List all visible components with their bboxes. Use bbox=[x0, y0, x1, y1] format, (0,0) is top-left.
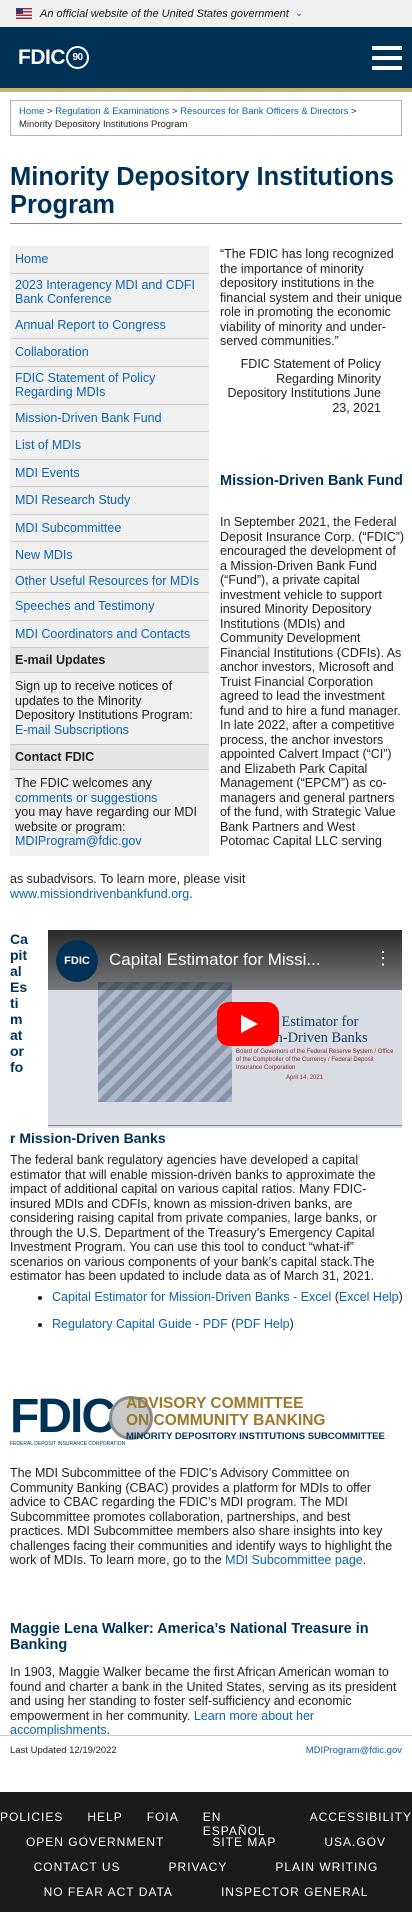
site-footer: Policies Help FOIA En Español Accessibil… bbox=[0, 1792, 412, 1912]
comments-link[interactable]: comments or suggestions bbox=[15, 791, 157, 805]
gov-banner[interactable]: An official website of the United States… bbox=[0, 0, 412, 27]
sidebar-item-collaboration[interactable]: Collaboration bbox=[10, 339, 209, 367]
contact-email-link[interactable]: MDIProgram@fdic.gov bbox=[15, 834, 142, 848]
mdi-subcommittee-link[interactable]: MDI Subcommittee page bbox=[225, 1553, 363, 1567]
footer-link-contact-us[interactable]: Contact Us bbox=[34, 1860, 121, 1874]
breadcrumb-resources[interactable]: Resources for Bank Officers & Directors bbox=[180, 106, 348, 117]
footer-link-open-government[interactable]: Open Government bbox=[26, 1835, 164, 1849]
more-options-icon[interactable]: ⋮ bbox=[374, 948, 392, 969]
cbac-logo: FDIC FEDERAL DEPOSIT INSURANCE CORPORATI… bbox=[10, 1392, 390, 1448]
cbac-body: The MDI Subcommittee of the FDIC’s Advis… bbox=[10, 1466, 393, 1567]
page-title: Minority Depository Institutions Program bbox=[10, 163, 394, 219]
video-card-subtitle: Board of Governors of the Federal Reserv… bbox=[236, 1049, 394, 1071]
cbac-title: ADVISORY COMMITTEE ON COMMUNITY BANKING bbox=[126, 1395, 326, 1429]
building-image bbox=[98, 982, 232, 1102]
sidebar-item-list-of-mdis[interactable]: List of MDIs bbox=[10, 432, 209, 460]
video-card-date: April 14, 2021 bbox=[286, 1075, 324, 1081]
gov-banner-text: An official website of the United States… bbox=[40, 7, 289, 20]
sidebar-item-other-resources[interactable]: Other Useful Resources for MDIs bbox=[10, 570, 209, 593]
footer-link-foia[interactable]: FOIA bbox=[147, 1810, 179, 1838]
contact-heading: Contact FDIC bbox=[10, 745, 209, 770]
capital-estimator-heading: r Mission-Driven Banks bbox=[10, 1130, 166, 1146]
sidebar-item-mission-fund[interactable]: Mission-Driven Bank Fund bbox=[10, 405, 209, 432]
policy-quote: “The FDIC has long recognized the import… bbox=[220, 247, 403, 348]
sidebar-item-home[interactable]: Home bbox=[10, 246, 209, 274]
footer-link-help[interactable]: Help bbox=[87, 1810, 122, 1838]
cbac-fdic-text: FDIC bbox=[10, 1390, 116, 1443]
list-item: Regulatory Capital Guide - PDF (PDF Help… bbox=[52, 1317, 412, 1332]
footer-link-espanol[interactable]: En Español bbox=[203, 1810, 286, 1838]
play-button-icon[interactable] bbox=[217, 1002, 279, 1046]
email-updates-box: Sign up to receive notices of updates to… bbox=[10, 673, 209, 745]
sidebar-item-annual-report[interactable]: Annual Report to Congress bbox=[10, 312, 209, 339]
sidebar-item-coordinators[interactable]: MDI Coordinators and Contacts bbox=[10, 621, 209, 648]
mission-fund-body-cont: as subadvisors. To learn more, please vi… bbox=[10, 872, 246, 901]
mission-fund-link[interactable]: www.missiondrivenbankfund.org bbox=[10, 887, 189, 901]
mission-fund-heading: Mission-Driven Bank Fund bbox=[220, 473, 403, 489]
last-updated: Last Updated 12/19/2022 bbox=[10, 1745, 117, 1756]
footer-email-link[interactable]: MDIProgram@fdic.gov bbox=[306, 1745, 402, 1756]
capital-estimator-body: The federal bank regulatory agencies hav… bbox=[10, 1153, 377, 1283]
mission-fund-body: In September 2021, the Federal Deposit I… bbox=[220, 515, 405, 848]
contact-box: The FDIC welcomes any comments or sugges… bbox=[15, 776, 198, 848]
sidebar: Home 2023 Interagency MDI and CDFI Bank … bbox=[10, 246, 209, 856]
breadcrumb-regulation[interactable]: Regulation & Examinations bbox=[55, 106, 169, 117]
footer-link-plain-writing[interactable]: Plain Writing bbox=[275, 1860, 378, 1874]
capital-estimator-excel-link[interactable]: Capital Estimator for Mission-Driven Ban… bbox=[52, 1290, 331, 1304]
footer-link-privacy[interactable]: Privacy bbox=[169, 1860, 228, 1874]
list-item: Capital Estimator for Mission-Driven Ban… bbox=[52, 1290, 412, 1305]
chevron-down-icon[interactable]: ⌄ bbox=[295, 8, 303, 19]
page-title-wrap: Minority Depository Institutions Program bbox=[10, 163, 402, 224]
breadcrumb: Home > Regulation & Examinations > Resou… bbox=[10, 100, 402, 136]
footer-link-site-map[interactable]: Site Map bbox=[212, 1835, 276, 1849]
sidebar-item-speeches[interactable]: Speeches and Testimony bbox=[10, 593, 209, 621]
footer-link-policies[interactable]: Policies bbox=[0, 1810, 63, 1838]
us-flag-icon bbox=[16, 8, 32, 19]
youtube-video[interactable]: FDIC Capital Estimator for Missi... ⋮ Ca… bbox=[48, 930, 402, 1128]
cbac-subtitle: MINORITY DEPOSITORY INSTITUTIONS SUBCOMM… bbox=[126, 1431, 385, 1442]
capital-links-list: Capital Estimator for Mission-Driven Ban… bbox=[30, 1290, 412, 1343]
sidebar-item-mdi-events[interactable]: MDI Events bbox=[10, 460, 209, 487]
footer-link-inspector-general[interactable]: Inspector General bbox=[221, 1885, 368, 1899]
capital-estimator-heading-narrow: Capital Estimator fo bbox=[10, 931, 28, 1075]
sidebar-item-statement-of-policy[interactable]: FDIC Statement of Policy Regarding MDIs bbox=[10, 367, 209, 405]
quote-attribution: FDIC Statement of Policy Regarding Minor… bbox=[227, 357, 381, 415]
regulatory-capital-guide-link[interactable]: Regulatory Capital Guide - PDF bbox=[52, 1317, 228, 1331]
breadcrumb-home[interactable]: Home bbox=[19, 106, 44, 117]
footer-link-accessibility[interactable]: Accessibility bbox=[310, 1810, 412, 1838]
fdic-logo[interactable]: FDIC 90 bbox=[18, 46, 89, 70]
sidebar-item-conference[interactable]: 2023 Interagency MDI and CDFI Bank Confe… bbox=[10, 274, 209, 312]
sidebar-item-new-mdis[interactable]: New MDIs bbox=[10, 542, 209, 570]
footer-link-usa-gov[interactable]: USA.gov bbox=[324, 1835, 386, 1849]
video-title[interactable]: Capital Estimator for Missi... bbox=[109, 950, 321, 970]
breadcrumb-current: Minority Depository Institutions Program bbox=[19, 119, 188, 130]
sidebar-item-subcommittee[interactable]: MDI Subcommittee bbox=[10, 515, 209, 542]
email-subscriptions-link[interactable]: E-mail Subscriptions bbox=[15, 723, 129, 737]
pdf-help-link[interactable]: PDF Help bbox=[235, 1317, 289, 1331]
channel-avatar[interactable]: FDIC bbox=[56, 940, 98, 982]
maggie-heading: Maggie Lena Walker: America’s National T… bbox=[10, 1621, 369, 1653]
cbac-corp-text: FEDERAL DEPOSIT INSURANCE CORPORATION bbox=[10, 1441, 126, 1447]
footer-link-no-fear-act[interactable]: No FEAR Act Data bbox=[44, 1885, 173, 1899]
sidebar-item-research-study[interactable]: MDI Research Study bbox=[10, 487, 209, 515]
anniversary-badge: 90 bbox=[66, 46, 89, 69]
site-header: FDIC 90 bbox=[0, 27, 412, 88]
excel-help-link[interactable]: Excel Help bbox=[339, 1290, 399, 1304]
hamburger-menu-icon[interactable] bbox=[372, 45, 402, 70]
email-updates-heading: E-mail Updates bbox=[10, 648, 209, 673]
maggie-body: In 1903, Maggie Walker became the first … bbox=[10, 1665, 397, 1737]
header-divider bbox=[0, 88, 412, 92]
